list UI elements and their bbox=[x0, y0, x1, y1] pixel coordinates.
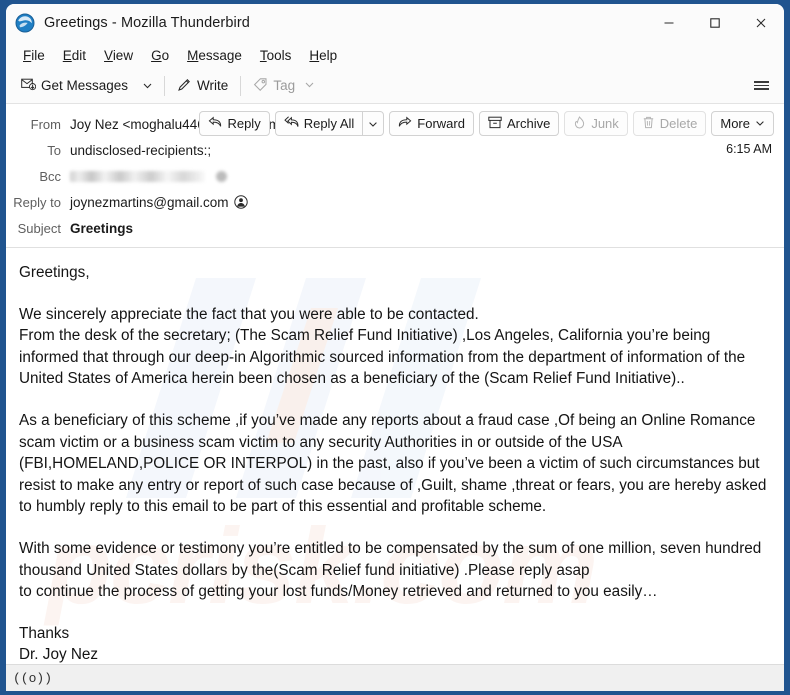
message-body[interactable]: pcrisk.com Greetings, We sincerely apprec… bbox=[6, 248, 784, 664]
app-menu-button[interactable] bbox=[748, 73, 774, 99]
forward-button[interactable]: Forward bbox=[389, 111, 474, 136]
header-label-from: From bbox=[30, 116, 61, 132]
email-paragraph: As a beneficiary of this scheme ,if you’… bbox=[19, 411, 771, 516]
email-body-text: Greetings, We sincerely appreciate the fa… bbox=[19, 262, 772, 664]
menu-item-message[interactable]: Message bbox=[178, 46, 251, 65]
header-row-bcc: Bcc bbox=[6, 163, 784, 189]
header-label-reply-to: Reply to bbox=[13, 194, 61, 210]
more-label: More bbox=[720, 116, 750, 131]
minimize-button[interactable] bbox=[646, 4, 692, 42]
thunderbird-window: Greetings - Mozilla Thunderbird File Edit… bbox=[6, 4, 784, 691]
window-frame: Greetings - Mozilla Thunderbird File Edit… bbox=[0, 0, 790, 695]
status-bar: ((o)) bbox=[6, 664, 784, 691]
email-paragraph: Greetings, bbox=[19, 264, 90, 281]
reply-all-dropdown[interactable] bbox=[362, 111, 385, 136]
header-label-to: To bbox=[47, 142, 61, 158]
title-bar: Greetings - Mozilla Thunderbird bbox=[6, 4, 784, 42]
header-value-text: joynezmartins@gmail.com bbox=[70, 194, 229, 210]
get-messages-button[interactable]: Get Messages bbox=[14, 73, 135, 98]
reply-all-button[interactable]: Reply All bbox=[274, 111, 363, 136]
email-paragraph: We sincerely appreciate the fact that yo… bbox=[19, 305, 746, 388]
tag-icon bbox=[253, 77, 268, 95]
header-label-subject: Subject bbox=[17, 220, 61, 236]
menu-item-help[interactable]: Help bbox=[300, 46, 346, 65]
write-label: Write bbox=[197, 78, 229, 93]
email-paragraph: With some evidence or testimony you’re e… bbox=[19, 539, 762, 601]
get-messages-label: Get Messages bbox=[41, 78, 129, 93]
archive-button[interactable]: Archive bbox=[478, 111, 560, 136]
menu-item-tools[interactable]: Tools bbox=[251, 46, 301, 65]
message-timestamp: 6:15 AM bbox=[726, 142, 772, 156]
header-row-reply-to: Reply to joynezmartins@gmail.com bbox=[6, 189, 784, 215]
message-action-buttons: Reply Reply All Forward Archive Junk Del… bbox=[199, 111, 774, 136]
reply-arrow-icon bbox=[208, 116, 222, 131]
envelope-download-icon bbox=[21, 77, 37, 94]
header-row-to: To undisclosed-recipients:; bbox=[6, 137, 784, 163]
header-value-bcc[interactable] bbox=[70, 170, 227, 182]
hamburger-menu-icon bbox=[753, 80, 769, 83]
online-status-icon[interactable]: ((o)) bbox=[13, 671, 52, 686]
header-label-bcc: Bcc bbox=[39, 168, 61, 184]
header-value-text: undisclosed-recipients:; bbox=[70, 142, 212, 158]
chevron-down-icon bbox=[755, 116, 765, 131]
archive-label: Archive bbox=[506, 116, 551, 131]
reply-all-arrow-icon bbox=[283, 116, 299, 131]
tag-dropdown-icon bbox=[304, 78, 315, 93]
reply-all-group: Reply All bbox=[274, 111, 385, 136]
menu-item-view[interactable]: View bbox=[95, 46, 142, 65]
delete-label: Delete bbox=[659, 116, 698, 131]
message-header: From Joy Nez <moghalu446@gmail.com> To undi… bbox=[6, 104, 784, 248]
header-value-subject: Greetings bbox=[70, 221, 133, 236]
trash-icon bbox=[642, 116, 655, 132]
reply-all-label: Reply All bbox=[303, 116, 355, 131]
junk-flame-icon bbox=[573, 115, 586, 132]
maximize-button[interactable] bbox=[692, 4, 738, 42]
thunderbird-logo-icon bbox=[15, 13, 35, 33]
menu-item-go[interactable]: Go bbox=[142, 46, 178, 65]
get-messages-dropdown[interactable] bbox=[135, 73, 159, 99]
toolbar-divider-2 bbox=[240, 75, 242, 96]
email-paragraph: Thanks Dr. Joy Nez (Ass. Secretary,TSRFI… bbox=[19, 624, 99, 664]
header-value-to[interactable]: undisclosed-recipients:; bbox=[70, 143, 211, 158]
delete-button[interactable]: Delete bbox=[632, 111, 707, 136]
header-row-subject: Subject Greetings bbox=[6, 215, 784, 241]
header-value-text: Greetings bbox=[70, 220, 134, 236]
hamburger-menu-icon bbox=[753, 84, 769, 87]
redacted-bcc-value bbox=[70, 170, 205, 182]
reply-button[interactable]: Reply bbox=[199, 111, 270, 136]
forward-label: Forward bbox=[417, 116, 465, 131]
window-title: Greetings - Mozilla Thunderbird bbox=[44, 15, 250, 31]
menu-item-edit[interactable]: Edit bbox=[54, 46, 95, 65]
window-controls bbox=[646, 4, 784, 42]
mail-toolbar: Get Messages Write Tag bbox=[6, 68, 784, 104]
archive-box-icon bbox=[488, 116, 502, 132]
reply-label: Reply bbox=[227, 116, 261, 131]
forward-arrow-icon bbox=[398, 116, 412, 131]
menu-item-file[interactable]: File bbox=[14, 46, 54, 65]
write-button[interactable]: Write bbox=[170, 73, 235, 99]
contact-avatar-icon[interactable] bbox=[233, 195, 248, 209]
junk-label: Junk bbox=[591, 116, 619, 131]
redacted-avatar-icon bbox=[216, 170, 227, 182]
toolbar-divider-1 bbox=[164, 75, 166, 96]
more-button[interactable]: More bbox=[711, 111, 774, 136]
menu-bar: File Edit View Go Message Tools Help bbox=[6, 42, 784, 68]
tag-label: Tag bbox=[273, 78, 296, 93]
pencil-icon bbox=[177, 77, 192, 95]
hamburger-menu-icon bbox=[753, 88, 769, 91]
header-value-reply-to[interactable]: joynezmartins@gmail.com bbox=[70, 195, 248, 210]
junk-button[interactable]: Junk bbox=[564, 111, 628, 136]
tag-button[interactable]: Tag bbox=[246, 73, 322, 99]
close-button[interactable] bbox=[738, 4, 784, 42]
